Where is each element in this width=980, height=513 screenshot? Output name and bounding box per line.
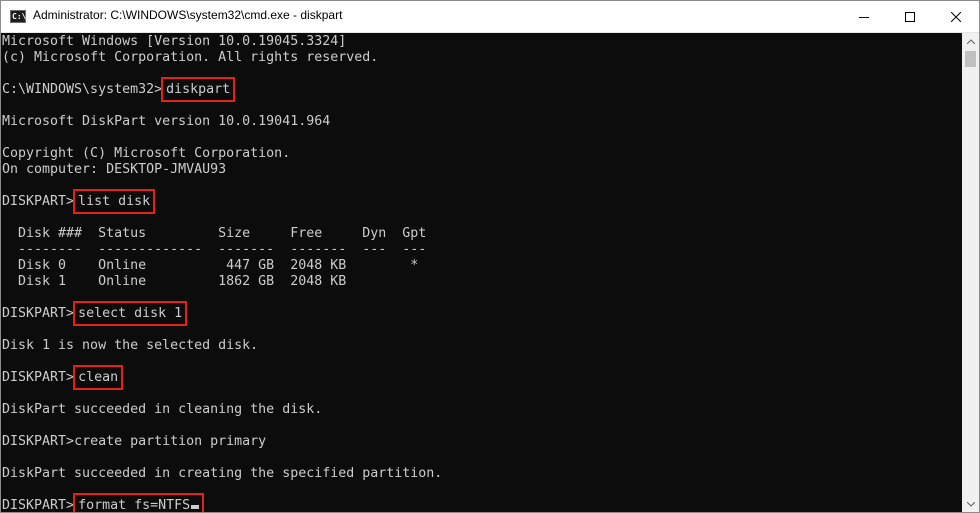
output-line: Microsoft Windows [Version 10.0.19045.33… (2, 34, 347, 49)
prompt: DISKPART> (2, 306, 75, 321)
prompt: C:\WINDOWS\system32> (2, 82, 163, 97)
prompt: DISKPART> (2, 194, 75, 209)
highlighted-command[interactable]: format fs=NTFS (73, 493, 205, 512)
scroll-down-arrow[interactable] (962, 496, 979, 512)
output-line: On computer: DESKTOP-JMVAU93 (2, 162, 227, 177)
vertical-scrollbar[interactable] (962, 33, 979, 512)
text-cursor (191, 505, 200, 509)
highlighted-command: clean (73, 365, 124, 390)
highlighted-command: list disk (73, 189, 156, 214)
command-line: DISKPART> format fs=NTFS (2, 493, 205, 512)
output-line: Microsoft DiskPart version 10.0.19041.96… (2, 114, 331, 129)
chevron-up-icon (966, 38, 975, 44)
output-line: DiskPart succeeded in creating the speci… (2, 466, 443, 481)
output-line: Disk ### Status Size Free Dyn Gpt (2, 226, 427, 241)
prompt: DISKPART> (2, 370, 75, 385)
cmd-icon: C:\ (10, 10, 26, 23)
prompt: DISKPART> (2, 434, 75, 449)
output-line: -------- ------------- ------- ------- -… (2, 242, 427, 257)
close-button[interactable] (933, 1, 979, 32)
maximize-button[interactable] (887, 1, 933, 32)
command: create partition primary (74, 434, 267, 449)
command-line: DISKPART>create partition primary (2, 434, 266, 450)
cmd-icon-glyph: C:\ (12, 12, 27, 21)
command-line: DISKPART> clean (2, 365, 124, 390)
scroll-thumb[interactable] (965, 51, 976, 67)
prompt: DISKPART> (2, 498, 75, 512)
output-line: Disk 0 Online 447 GB 2048 KB * (2, 258, 419, 273)
minimize-button[interactable] (841, 1, 887, 32)
command-line: DISKPART> list disk (2, 189, 156, 214)
minimize-icon (859, 16, 869, 18)
command-line: DISKPART> select disk 1 (2, 301, 188, 326)
chevron-down-icon (966, 501, 975, 507)
highlighted-command: select disk 1 (73, 301, 188, 326)
output-line: DiskPart succeeded in cleaning the disk. (2, 402, 323, 417)
output-line: Disk 1 Online 1862 GB 2048 KB (2, 274, 347, 289)
maximize-icon (905, 11, 915, 22)
title-bar[interactable]: C:\ Administrator: C:\WINDOWS\system32\c… (1, 1, 979, 33)
output-line: Disk 1 is now the selected disk. (2, 338, 259, 353)
output-line: (c) Microsoft Corporation. All rights re… (2, 50, 379, 65)
output-line: Copyright (C) Microsoft Corporation. (2, 146, 291, 161)
cmd-window: C:\ Administrator: C:\WINDOWS\system32\c… (0, 0, 980, 513)
scroll-up-arrow[interactable] (962, 33, 979, 49)
highlighted-command: diskpart (161, 77, 236, 102)
console-output[interactable]: Microsoft Windows [Version 10.0.19045.33… (1, 33, 962, 512)
window-title: Administrator: C:\WINDOWS\system32\cmd.e… (33, 8, 343, 22)
close-icon (951, 11, 961, 22)
command-line: C:\WINDOWS\system32> diskpart (2, 77, 236, 102)
